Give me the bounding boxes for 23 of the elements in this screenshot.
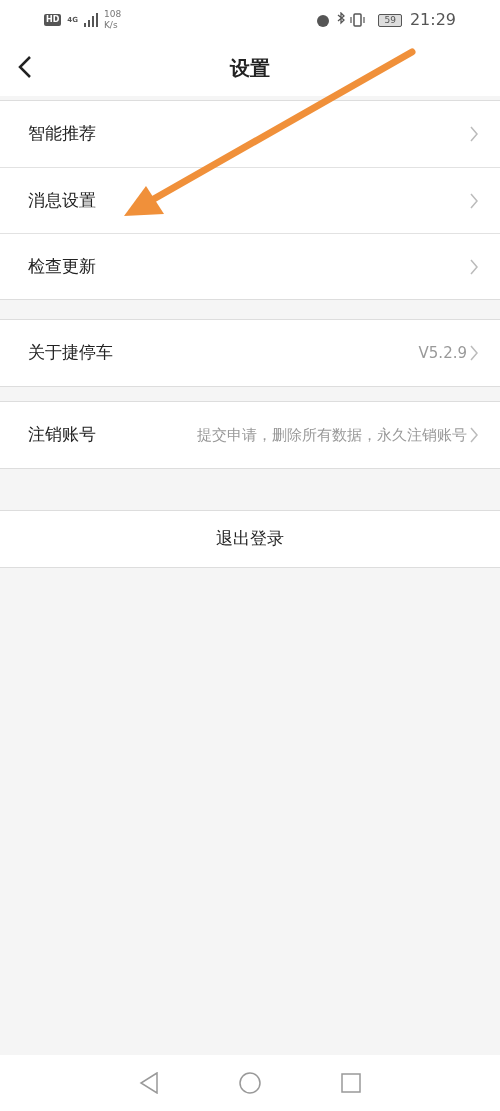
speed-value: 108 (103, 9, 122, 20)
home-nav-icon[interactable] (239, 1072, 261, 1094)
back-icon[interactable] (18, 55, 32, 79)
row-value: V5.2.9 (418, 342, 467, 364)
chevron-icon (470, 345, 478, 361)
hd-badge: HD (44, 14, 62, 26)
recents-nav-icon[interactable] (341, 1073, 361, 1093)
clock: 21:29 (409, 9, 456, 31)
speed-unit: K/s (103, 20, 119, 31)
row-value: 提交申请，删除所有数据，永久注销账号 (197, 424, 467, 446)
logout-button[interactable]: 退出登录 (0, 510, 500, 568)
settings-row[interactable]: 检查更新 (0, 233, 500, 299)
signal-icon (83, 13, 98, 27)
back-nav-icon[interactable] (139, 1072, 159, 1094)
chevron-icon (470, 427, 478, 443)
settings-row[interactable]: 智能推荐 (0, 101, 500, 167)
chevron-icon (470, 258, 478, 275)
chevron-icon (470, 126, 478, 142)
settings-row[interactable]: 关于捷停车 V5.2.9 (0, 320, 500, 386)
settings-row[interactable]: 注销账号 提交申请，删除所有数据，永久注销账号 (0, 402, 500, 468)
chevron-icon (470, 192, 478, 209)
page-title: 设置 (230, 55, 270, 82)
battery-indicator: 59 (378, 13, 402, 27)
